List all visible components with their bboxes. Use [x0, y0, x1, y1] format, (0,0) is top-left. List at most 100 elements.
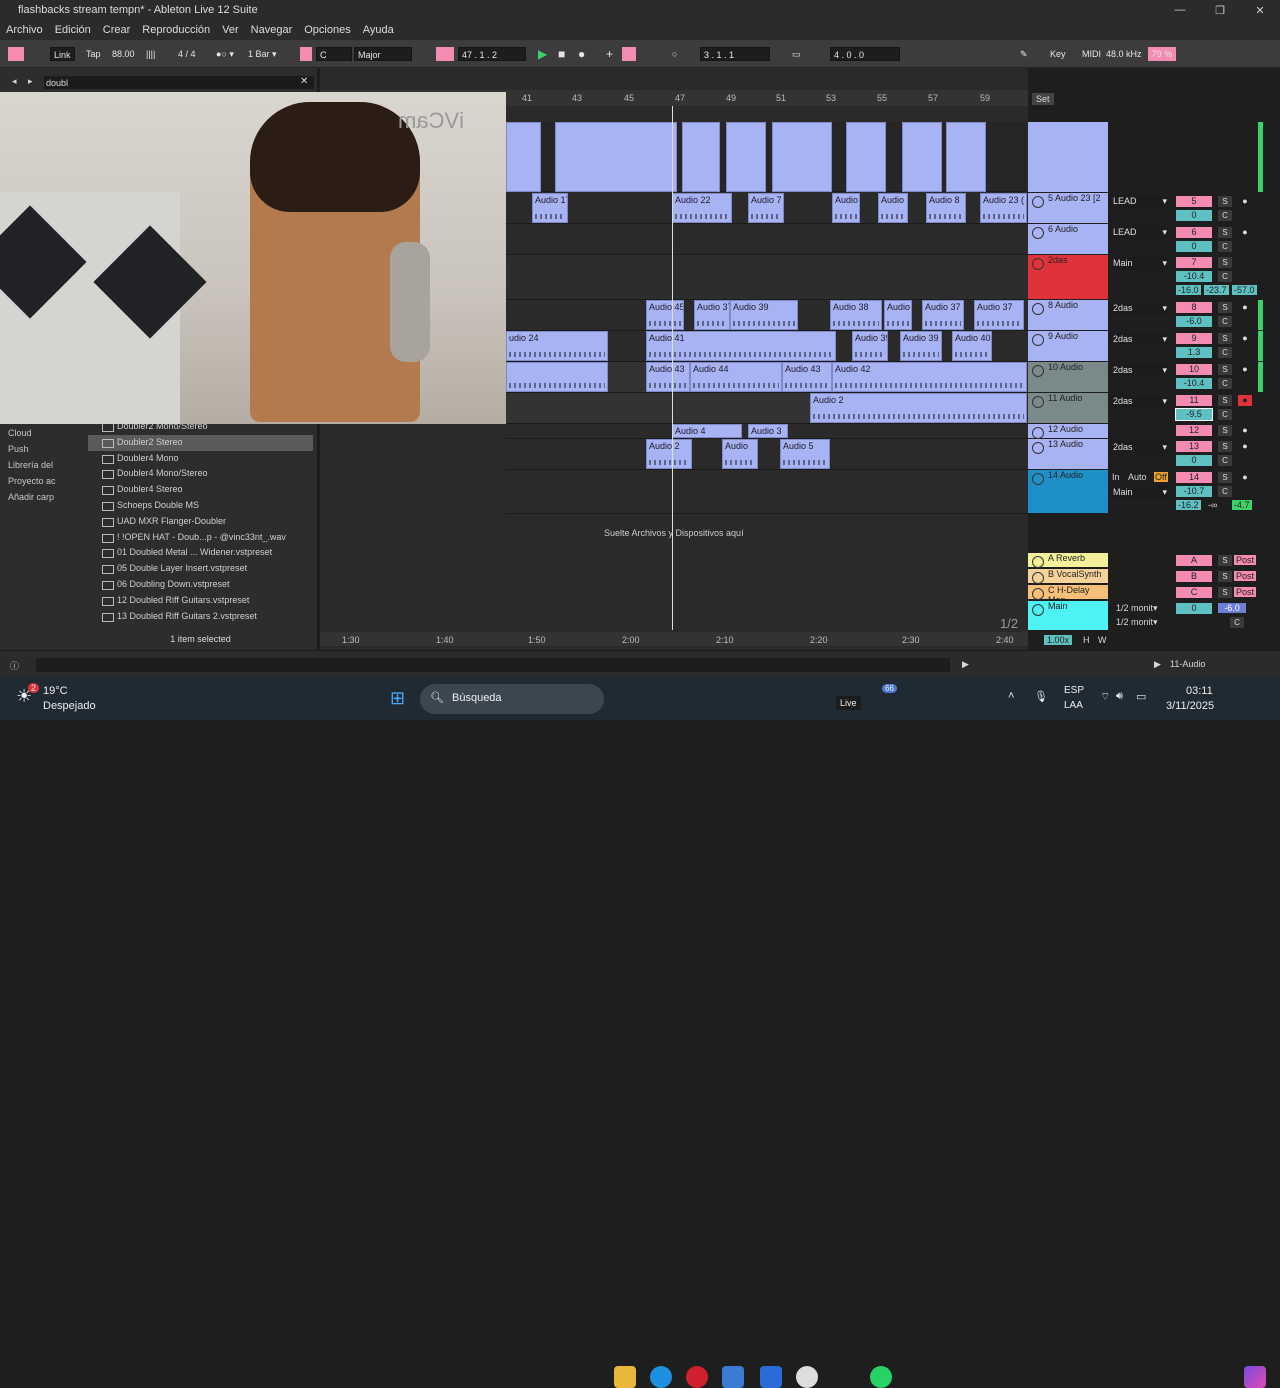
punch-icon[interactable]: ▭	[792, 47, 801, 61]
crossfade-button[interactable]: C	[1218, 241, 1232, 252]
audio-clip[interactable]: Audio	[722, 439, 758, 469]
crossfade-button[interactable]: C	[1218, 210, 1232, 221]
audio-clip[interactable]: Audio 2	[646, 439, 692, 469]
volume-field[interactable]: -10.4	[1176, 271, 1212, 282]
volume-field[interactable]: -9.5	[1175, 408, 1213, 421]
loop-start-field[interactable]: 3 . 1 . 1	[700, 47, 770, 61]
solo-button[interactable]: S	[1218, 196, 1232, 207]
audio-clip[interactable]: Audio 39	[730, 300, 798, 330]
monitor-in-button[interactable]: In	[1112, 472, 1120, 482]
audio-clip[interactable]	[946, 122, 986, 192]
volume-field[interactable]: 0	[1176, 241, 1212, 252]
zoom-level[interactable]: 1.00x	[1044, 635, 1073, 645]
battery-icon[interactable]: ▭	[1136, 690, 1146, 703]
opera-icon[interactable]	[686, 1366, 708, 1388]
return-activator[interactable]: B	[1176, 571, 1212, 582]
audio-clip[interactable]: Audio 39	[900, 331, 942, 361]
ableton-live-icon[interactable]: Live	[836, 696, 861, 710]
audio-clip[interactable]: Audio 38	[830, 300, 882, 330]
chatgpt-icon[interactable]	[796, 1366, 818, 1388]
audio-clip[interactable]: Audio 44	[690, 362, 782, 392]
menu-crear[interactable]: Crear	[97, 24, 137, 36]
solo-button[interactable]: S	[1218, 395, 1232, 406]
mail-icon[interactable]	[760, 1366, 782, 1388]
list-item[interactable]: 13 Doubled Riff Guitars 2.vstpreset	[88, 609, 313, 625]
store-icon[interactable]	[722, 1366, 744, 1388]
tempo-field[interactable]: 88.00	[112, 47, 135, 61]
close-button[interactable]: ✕	[1240, 0, 1280, 20]
solo-button[interactable]: S	[1218, 227, 1232, 238]
list-item[interactable]: Doubler4 Stereo	[88, 482, 313, 498]
audio-clip[interactable]: Audio 8	[926, 193, 966, 223]
audio-clip[interactable]	[506, 122, 541, 192]
return-track-name[interactable]: A Reverb	[1028, 553, 1108, 568]
crossfade-button[interactable]: C	[1218, 378, 1232, 389]
loop-length-field[interactable]: 4 . 0 . 0	[830, 47, 900, 61]
post-button[interactable]: Post	[1234, 587, 1257, 597]
w-button[interactable]: W	[1098, 635, 1107, 645]
return-activator[interactable]: A	[1176, 555, 1212, 566]
audio-clip[interactable]: udio 24	[506, 331, 608, 361]
menu-ver[interactable]: Ver	[216, 24, 245, 36]
solo-button[interactable]: S	[1218, 302, 1232, 313]
list-item[interactable]: 06 Doubling Down.vstpreset	[88, 577, 313, 593]
track-activator[interactable]: 8	[1176, 302, 1212, 313]
place-user-library[interactable]: Librería del	[8, 457, 88, 473]
audio-clip[interactable]: Audio 22	[672, 193, 732, 223]
volume-field[interactable]: 0	[1176, 210, 1212, 221]
automation-arm-icon[interactable]	[622, 47, 636, 61]
solo-button[interactable]: S	[1218, 333, 1232, 344]
audio-clip[interactable]	[772, 122, 832, 192]
audio-clip[interactable]: Audio 41	[646, 331, 836, 361]
metronome-icon[interactable]: ●○ ▾	[216, 47, 234, 61]
audio-clip[interactable]	[902, 122, 942, 192]
tray-chevron-icon[interactable]: ˄	[1008, 690, 1014, 702]
post-button[interactable]: Post	[1234, 571, 1257, 581]
return-activator[interactable]: C	[1176, 587, 1212, 598]
solo-button[interactable]: S	[1218, 555, 1232, 566]
clock-date[interactable]: 3/11/2025	[1166, 700, 1214, 712]
track-activator[interactable]: 6	[1176, 227, 1212, 238]
list-item[interactable]: Schoeps Double MS	[88, 498, 313, 514]
crossfade-button[interactable]: C	[1218, 271, 1232, 282]
maximize-button[interactable]: ❐	[1200, 0, 1240, 20]
post-button[interactable]: Post	[1234, 555, 1257, 565]
windows-start-icon[interactable]: ⊞	[390, 688, 405, 709]
arm-icon[interactable]: ●	[1238, 472, 1252, 483]
list-item[interactable]: UAD MXR Flanger-Doubler	[88, 514, 313, 530]
record-icon[interactable]: ●	[578, 47, 585, 61]
clock-time[interactable]: 03:11	[1186, 685, 1213, 697]
track-name[interactable]: 8 Audio	[1028, 300, 1108, 330]
master-volume[interactable]: 0	[1176, 603, 1212, 614]
list-item[interactable]: Doubler4 Mono	[88, 451, 313, 467]
return-track-name[interactable]: C H-Delay Mon	[1028, 585, 1108, 605]
solo-button[interactable]: S	[1218, 425, 1232, 436]
track-name[interactable]: 2das	[1028, 255, 1108, 299]
audio-clip[interactable]: Audio 7	[748, 193, 784, 223]
volume-field[interactable]: -10.7	[1176, 486, 1212, 497]
audio-clip[interactable]: Audio	[832, 193, 860, 223]
crossfade-button[interactable]: C	[1218, 486, 1232, 497]
crossfade-button[interactable]: C	[1230, 617, 1244, 628]
tap-button[interactable]: Tap	[86, 47, 101, 61]
draw-mode-icon[interactable]: ✎	[1020, 47, 1028, 61]
place-push[interactable]: Push	[8, 441, 88, 457]
audio-clip[interactable]: Audio 3	[748, 424, 788, 438]
midi-map-button[interactable]: MIDI	[1082, 47, 1101, 61]
audio-clip[interactable]	[846, 122, 886, 192]
track-name[interactable]: 5 Audio 23 [2	[1028, 193, 1108, 223]
browser-toggle-icon[interactable]	[8, 47, 24, 61]
audio-clip[interactable]: Audio	[878, 193, 908, 223]
track-name[interactable]: 14 Audio	[1028, 470, 1108, 513]
clear-search-icon[interactable]: ✕	[300, 76, 308, 87]
track-name[interactable]: 9 Audio	[1028, 331, 1108, 361]
file-explorer-icon[interactable]	[614, 1366, 636, 1388]
link-button[interactable]: Link	[50, 47, 75, 61]
solo-button[interactable]: S	[1218, 587, 1232, 598]
list-item[interactable]: ! !OPEN HAT - Doub...p - @vinc33nt_.wav	[88, 530, 313, 546]
arm-icon[interactable]: ●	[1238, 302, 1252, 313]
arm-icon[interactable]: ●	[1238, 333, 1252, 344]
volume-field[interactable]: -10.4	[1176, 378, 1212, 389]
monitor-off-button[interactable]: Off	[1154, 472, 1168, 482]
arm-icon[interactable]: ●	[1238, 196, 1252, 207]
